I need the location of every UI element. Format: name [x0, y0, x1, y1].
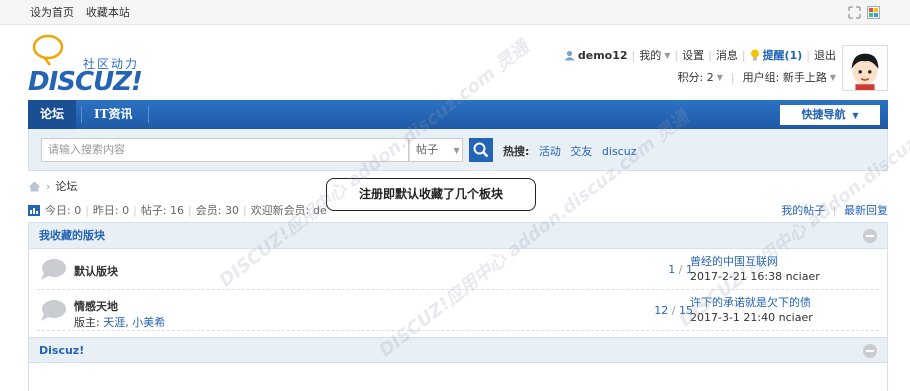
chevron-down-icon: ▼ — [453, 146, 460, 155]
chevron-down-icon: ▼ — [716, 72, 723, 82]
logout-link[interactable]: 退出 — [814, 47, 836, 63]
thread-count: 12 — [654, 304, 669, 317]
search-type-select[interactable]: 帖子 ▼ — [409, 138, 463, 162]
nav-item-it-news[interactable]: IT资讯 — [82, 100, 145, 129]
bookmark-link[interactable]: 收藏本站 — [86, 6, 130, 19]
top-links: 设为首页 收藏本站 — [30, 4, 138, 20]
chevron-down-icon: ▼ — [829, 72, 836, 82]
chevron-down-icon: ▼ — [664, 50, 671, 60]
usergroup-menu[interactable]: 用户组: 新手上路 — [743, 69, 827, 85]
forum-bubble-icon — [41, 259, 66, 280]
search-button[interactable] — [469, 138, 493, 162]
last-post-meta: 2017-3-1 21:40 nciaer — [690, 311, 813, 324]
divider: | — [730, 70, 735, 84]
forum-stats: 今日: 0 | 昨日: 0 | 帖子: 16 | 会员: 30 | 欢迎新会员:… — [28, 202, 327, 218]
divider: | — [631, 48, 636, 62]
search-bar: 请输入搜索内容 帖子 ▼ 热搜: 活动 交友 discuz — [28, 129, 888, 171]
user-icon — [564, 50, 575, 60]
favorite-forums-box: 我收藏的版块 默认版块 1 / 1 曾经的中国互联网 2017-2-21 16:… — [28, 222, 888, 391]
user-bar-secondary: 积分: 2 ▼ | 用户组: 新手上路 ▼ — [678, 69, 836, 85]
stat-yesterday: 昨日: 0 — [92, 204, 130, 217]
search-input[interactable]: 请输入搜索内容 — [41, 138, 409, 162]
hot-term[interactable]: discuz — [602, 145, 637, 158]
hot-term[interactable]: 活动 — [539, 145, 561, 158]
count-separator: / — [678, 263, 686, 276]
divider: | — [85, 203, 89, 217]
user-bar: demo12 | 我的 ▼ | 设置 | 消息 | 提醒(1) | 退出 — [564, 47, 836, 63]
logo-text[interactable]: DISCUZ! — [28, 67, 143, 97]
quick-nav-button[interactable]: 快捷导航 ▼ — [780, 105, 880, 125]
forum-row: 情感天地 版主: 天涯, 小美希 12 / 15 许下的承诺就是欠下的债 201… — [37, 290, 879, 331]
divider: | — [242, 203, 247, 217]
notify-link[interactable]: 提醒(1) — [763, 47, 803, 63]
count-separator: / — [671, 304, 679, 317]
divider: | — [674, 48, 679, 62]
annotation-callout: 注册即默认收藏了几个板块 — [326, 178, 536, 211]
forum-moderators: 版主: 天涯, 小美希 — [74, 314, 165, 330]
header: 社区动力 DISCUZ! demo12 | 我的 ▼ | 设置 | 消息 | 提… — [0, 25, 910, 100]
bulb-icon — [750, 49, 759, 61]
latest-replies-link[interactable]: 最新回复 — [844, 204, 888, 217]
hot-searches: 热搜: 活动 交友 discuz — [503, 143, 642, 159]
moderators-label: 版主: — [74, 316, 104, 329]
fullscreen-icon[interactable] — [848, 5, 861, 19]
section-title[interactable]: Discuz! — [39, 344, 84, 357]
stats-links: 我的帖子 | 最新回复 — [781, 202, 888, 218]
breadcrumb-current: 论坛 — [55, 180, 78, 193]
chart-icon — [28, 204, 40, 216]
divider: | — [708, 48, 712, 62]
top-bar: 设为首页 收藏本站 — [0, 0, 910, 25]
section-header: 我收藏的版块 — [29, 223, 887, 249]
my-posts-link[interactable]: 我的帖子 — [781, 204, 825, 217]
section-title[interactable]: 我收藏的版块 — [39, 229, 105, 242]
top-icons — [848, 5, 880, 19]
divider: | — [806, 48, 810, 62]
forum-name[interactable]: 情感天地 — [74, 298, 118, 314]
points-menu[interactable]: 积分: 2 — [678, 69, 714, 85]
collapse-icon[interactable] — [863, 229, 877, 243]
caret-down-icon: ▼ — [852, 111, 859, 120]
home-icon[interactable] — [28, 181, 41, 192]
collapse-icon[interactable] — [863, 344, 877, 358]
hot-label: 热搜: — [503, 145, 530, 158]
last-post: 曾经的中国互联网 2017-2-21 16:38 nciaer — [690, 254, 820, 284]
username-link[interactable]: demo12 — [578, 49, 628, 62]
section-header: Discuz! — [29, 337, 887, 363]
search-type-label: 帖子 — [416, 143, 438, 156]
moderator-names[interactable]: 天涯, 小美希 — [103, 316, 165, 329]
forum-bubble-icon — [41, 300, 66, 321]
messages-link[interactable]: 消息 — [716, 47, 738, 63]
avatar[interactable] — [842, 45, 888, 91]
breadcrumb: › 论坛 — [28, 178, 77, 194]
last-post-title[interactable]: 许下的承诺就是欠下的债 — [690, 295, 813, 310]
logo-bubble-icon — [32, 34, 64, 66]
my-menu[interactable]: 我的 — [639, 47, 661, 63]
stat-welcome: 欢迎新会员: de — [250, 204, 327, 217]
divider: | — [741, 48, 746, 62]
stat-today: 今日: 0 — [45, 204, 82, 217]
forum-row: 默认版块 1 / 1 曾经的中国互联网 2017-2-21 16:38 ncia… — [37, 249, 879, 290]
forum-counts: 12 / 15 — [654, 304, 693, 317]
set-home-link[interactable]: 设为首页 — [30, 6, 74, 19]
last-post-title[interactable]: 曾经的中国互联网 — [690, 254, 820, 269]
last-post-meta: 2017-2-21 16:38 nciaer — [690, 270, 820, 283]
settings-link[interactable]: 设置 — [682, 47, 704, 63]
stat-posts: 帖子: 16 — [140, 204, 185, 217]
divider: | — [832, 204, 837, 217]
style-switch-icon[interactable] — [867, 5, 880, 19]
stat-members: 会员: 30 — [195, 204, 239, 217]
divider — [148, 106, 149, 123]
hot-term[interactable]: 交友 — [570, 145, 592, 158]
last-post: 许下的承诺就是欠下的债 2017-3-1 21:40 nciaer — [690, 295, 813, 325]
forum-name[interactable]: 默认版块 — [74, 263, 118, 279]
divider: | — [188, 203, 192, 217]
main-nav: 论坛 IT资讯 快捷导航 ▼ — [28, 100, 888, 129]
nav-item-forum[interactable]: 论坛 — [28, 100, 77, 129]
thread-count: 1 — [668, 263, 676, 276]
breadcrumb-separator: › — [46, 179, 51, 193]
divider: | — [133, 203, 137, 217]
quick-nav-label: 快捷导航 — [801, 108, 846, 121]
